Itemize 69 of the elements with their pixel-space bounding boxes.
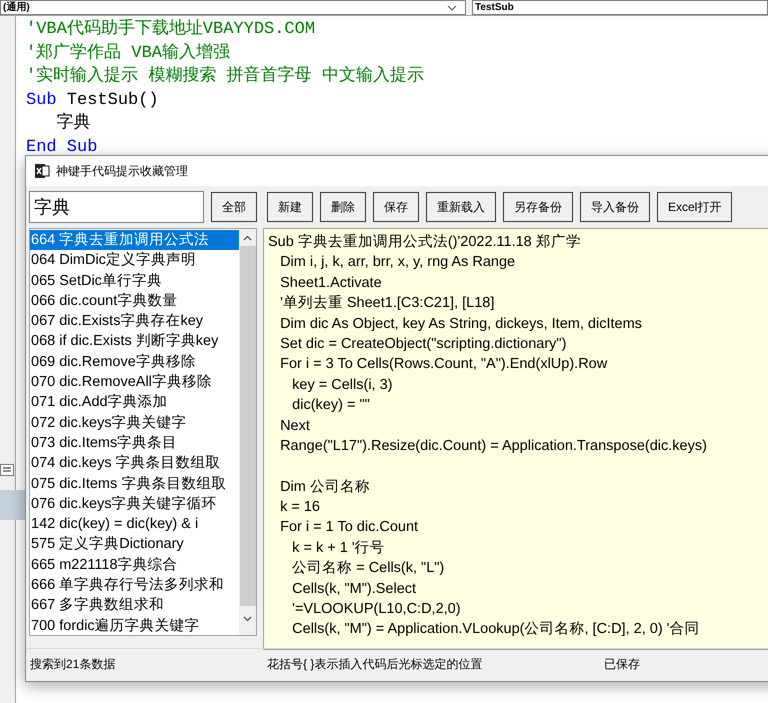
result-item[interactable]: 665 m221118字典综合 [30,554,239,576]
code-line: dic(key) = "" [291,396,370,416]
toolbar-button[interactable]: 另存备份 [503,192,573,222]
result-item[interactable]: 074 dic.keys 字典条目数组取 [30,453,239,474]
code-line: Dim 公司名称 [279,478,370,497]
code-line: 公司名称 = Cells(k, "L") [291,559,444,578]
code-line: k = k + 1 '行号 [291,538,385,558]
procedure-dropdown[interactable]: (通用) [0,0,466,15]
result-item[interactable]: 070 dic.RemoveAll字典移除 [30,372,239,392]
code-text: 字典 [56,114,91,133]
code-text: '郑广学作品 VBA输入增强 [26,44,230,62]
status-save: 已保存 [603,656,640,672]
code-line: For i = 3 To Cells(Rows.Count, "A").End(xlUp).Row [279,355,608,374]
search-field[interactable]: 字典 [29,191,204,223]
result-item[interactable]: 073 dic.Items字典条目 [30,432,239,454]
code-text: TestSub() [66,90,159,110]
code-line: Sub 字典去重加调用公式法()'2022.11.18 郑广学 [268,232,581,252]
result-item[interactable]: 667 多字典数组求和 [30,595,239,616]
result-item[interactable]: 066 dic.count字典数量 [30,290,239,312]
toolbar-button[interactable]: 重新载入 [426,192,496,222]
result-item[interactable]: 666 单字典存行号法多列求和 [30,575,239,596]
result-item[interactable]: 068 if dic.Exists 判断字典key [30,331,239,352]
toolbar-button[interactable]: 全部 [211,192,257,222]
app-icon [34,163,50,179]
toolbar-button[interactable]: 导入备份 [580,192,650,222]
result-item[interactable]: 067 dic.Exists字典存在key [30,311,239,332]
result-item[interactable]: 065 SetDic单行字典 [30,270,239,291]
chevron-up-icon[interactable] [243,235,252,241]
code-line: Dim i, j, k, arr, brr, x, y, rng As Range [279,253,516,272]
status-hint: 花括号{ }表示插入代码后光标选定的位置 [266,656,484,672]
code-line: '单列去重 Sheet1.[C3:C21], [L18] [279,294,494,314]
code-text: 'VBA代码助手下载地址VBAYYDS.COM [26,20,316,39]
result-item[interactable]: 064 DimDic定义字典声明 [30,250,239,271]
result-item[interactable]: 664 字典去重加调用公式法 [30,230,239,250]
code-line: Set dic = CreateObject("scripting.dictionary") [279,334,566,354]
code-text: '实时输入提示 模糊搜索 拼音首字母 中文输入提示 [26,67,424,86]
code-line: Next [279,416,310,436]
window-strip [0,490,25,520]
code-line: k = 16 [279,498,320,518]
code-line: key = Cells(i, 3) [291,376,392,395]
toolbar-button[interactable]: 保存 [373,192,419,222]
scrollbar[interactable] [239,229,256,635]
code-line: For i = 1 To dic.Count [279,518,418,538]
chevron-down-icon[interactable] [243,616,252,622]
procedure-dropdown[interactable]: TestSub [472,0,768,15]
code-text: Sub [26,90,57,110]
result-item[interactable]: 575 定义字典Dictionary [30,534,239,555]
code-line: Range("L17").Resize(dic.Count) = Application.Transpose(dic.keys) [279,436,707,456]
code-line: Cells(k, "M") = Application.VLookup(公司名称, [C:D], 2, 0) '合同 [291,620,700,640]
result-item[interactable]: 069 dic.Remove字典移除 [30,352,239,372]
scrollbar-thumb[interactable] [240,246,256,606]
result-item[interactable]: 072 dic.keys字典关键字 [30,412,239,433]
result-item[interactable]: 075 dic.Items 字典条目数组取 [30,474,239,494]
code-line: Cells(k, "M").Select [291,580,416,599]
view-icon[interactable] [0,464,14,476]
chevron-down-icon [447,4,457,10]
toolbar-button[interactable]: 新建 [267,192,313,222]
result-item[interactable]: 076 dic.keys字典关键字循环 [30,494,239,514]
result-item[interactable]: 142 dic(key) = dic(key) & i [30,514,239,534]
code-line: Dim dic As Object, key As String, dickeys, Item, dicItems [279,314,642,334]
result-item[interactable]: 071 dic.Add字典添加 [30,392,239,413]
status-count: 搜索到21条数据 [29,656,116,672]
toolbar-button[interactable]: Excel打开 [657,192,732,222]
dialog-title: 神键手代码提示收藏管理 [56,163,188,180]
toolbar-button[interactable]: 删除 [320,192,366,222]
code-text: End Sub [26,138,98,156]
code-line: Sheet1.Activate [279,274,382,293]
code-line: '=VLOOKUP(L10,C:D,2,0) [291,600,461,620]
result-item[interactable]: 700 fordic遍历字典关键字 [30,616,239,635]
